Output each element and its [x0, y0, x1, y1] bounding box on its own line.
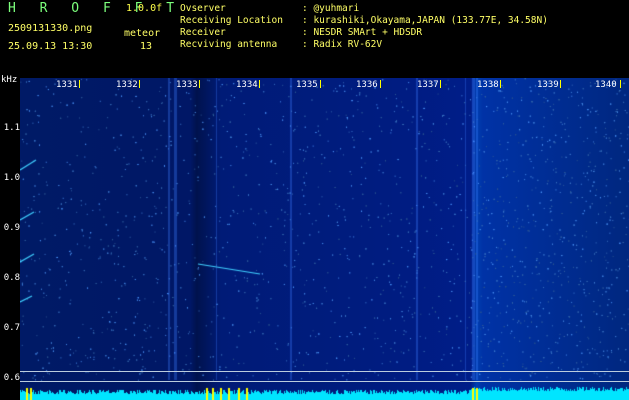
- station-info: Ovserver : @yuhmari Receiving Location : k…: [180, 3, 548, 51]
- meteor-label: meteor: [124, 28, 161, 39]
- y-axis-unit: kHz: [1, 75, 18, 85]
- minute-marker: [139, 80, 140, 88]
- minute-marker: [259, 80, 260, 88]
- x-tick: 1334: [236, 80, 258, 90]
- spectrogram-canvas: [20, 78, 629, 400]
- minute-marker: [620, 80, 621, 88]
- y-tick: 1.1: [3, 123, 20, 133]
- file-name: 2509131330.png: [8, 23, 93, 34]
- y-tick: 0.8: [3, 273, 20, 283]
- x-tick: 1337: [417, 80, 439, 90]
- y-tick: 0.7: [3, 323, 20, 333]
- reference-line: [20, 381, 629, 382]
- header-panel: H R O F F T 1.0.0f 2509131330.png 25.09.…: [0, 0, 629, 78]
- meteor-count: 13: [140, 41, 153, 52]
- minute-marker: [560, 80, 561, 88]
- info-key: Receiving Location: [180, 15, 283, 26]
- x-tick: 1338: [477, 80, 499, 90]
- info-value: : @yuhmari: [302, 3, 360, 14]
- info-value: : kurashiki,Okayama,JAPAN (133.77E, 34.5…: [302, 15, 548, 26]
- info-key: Recviving antenna: [180, 39, 278, 50]
- x-tick: 1331: [56, 80, 78, 90]
- minute-marker: [440, 80, 441, 88]
- x-tick: 1333: [176, 80, 198, 90]
- minute-marker: [380, 80, 381, 88]
- info-row-location: Receiving Location : kurashiki,Okayama,JA…: [180, 15, 548, 27]
- y-tick: 1.0: [3, 173, 20, 183]
- x-tick: 1340: [595, 80, 617, 90]
- y-tick: 0.9: [3, 223, 20, 233]
- info-row-receiver: Receiver : NESDR SMArt + HDSDR: [180, 27, 548, 39]
- minute-marker: [500, 80, 501, 88]
- x-tick: 1332: [116, 80, 138, 90]
- x-tick: 1339: [537, 80, 559, 90]
- info-key: Ovserver: [180, 3, 226, 14]
- x-tick: 1335: [296, 80, 318, 90]
- y-tick: 0.6: [3, 373, 20, 383]
- x-tick: 1336: [356, 80, 378, 90]
- minute-marker: [320, 80, 321, 88]
- minute-marker: [79, 80, 80, 88]
- reference-line: [20, 371, 629, 372]
- date-time: 25.09.13 13:30: [8, 41, 93, 52]
- info-value: : Radix RV-62V: [302, 39, 383, 50]
- info-row-antenna: Recviving antenna : Radix RV-62V: [180, 39, 548, 51]
- info-value: : NESDR SMArt + HDSDR: [302, 27, 423, 38]
- spectrogram: [20, 78, 629, 400]
- info-key: Receiver: [180, 27, 226, 38]
- app-version: 1.0.0f: [126, 3, 163, 14]
- info-row-observer: Ovserver : @yuhmari: [180, 3, 548, 15]
- minute-marker: [199, 80, 200, 88]
